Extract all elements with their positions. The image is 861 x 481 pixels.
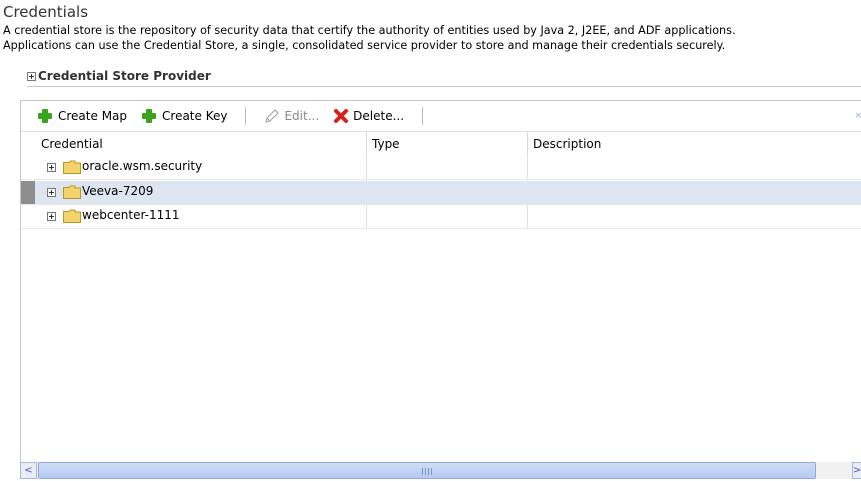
- pencil-icon: [265, 109, 280, 123]
- folder-icon: [63, 185, 81, 199]
- scroll-left-button[interactable]: <: [20, 462, 37, 479]
- folder-icon: [63, 160, 81, 174]
- toolbar-separator: [422, 107, 424, 125]
- expand-icon[interactable]: [27, 71, 36, 81]
- delete-x-icon: [334, 109, 349, 123]
- delete-button[interactable]: Delete...: [333, 108, 404, 124]
- close-icon[interactable]: ×: [854, 111, 861, 121]
- toolbar-separator: [245, 107, 247, 125]
- expand-icon[interactable]: [47, 188, 56, 197]
- expand-icon[interactable]: [47, 212, 56, 221]
- column-divider[interactable]: [527, 132, 528, 156]
- scroll-grip-icon: [422, 468, 432, 475]
- row-selection-marker: [21, 181, 35, 204]
- page-description: A credential store is the repository of …: [3, 23, 861, 53]
- cell-divider: [527, 156, 528, 179]
- credential-name: oracle.wsm.security: [82, 159, 203, 173]
- table-row-selected[interactable]: Veeva-7209: [21, 181, 861, 205]
- horizontal-scrollbar[interactable]: < >: [20, 462, 861, 479]
- column-header-type[interactable]: Type: [372, 137, 400, 151]
- folder-icon: [63, 209, 81, 223]
- column-header-description[interactable]: Description: [533, 137, 601, 151]
- cell-divider: [527, 205, 528, 228]
- column-divider[interactable]: [366, 132, 367, 156]
- credential-name: Veeva-7209: [82, 184, 154, 198]
- toolbar: Create Map Create Key Edit... Delete... …: [21, 101, 861, 132]
- create-map-button[interactable]: Create Map: [37, 108, 127, 124]
- cell-divider: [366, 156, 367, 179]
- column-header-credential[interactable]: Credential: [41, 137, 103, 151]
- page-title: Credentials: [3, 3, 89, 21]
- table-header: Credential Type Description: [21, 132, 861, 156]
- table-row[interactable]: oracle.wsm.security: [21, 156, 861, 180]
- credential-name: webcenter-1111: [82, 208, 180, 222]
- create-map-label: Create Map: [58, 109, 128, 123]
- table-row[interactable]: webcenter-1111: [21, 205, 861, 229]
- scroll-right-button[interactable]: >: [852, 462, 861, 479]
- add-icon: [141, 108, 157, 124]
- credentials-table-panel: Create Map Create Key Edit... Delete... …: [20, 100, 861, 471]
- create-key-label: Create Key: [162, 109, 228, 123]
- add-icon: [37, 108, 53, 124]
- create-key-button[interactable]: Create Key: [141, 108, 227, 124]
- section-divider: [27, 86, 861, 87]
- description-line-2: Applications can use the Credential Stor…: [3, 39, 726, 52]
- provider-section-label: Credential Store Provider: [38, 69, 211, 83]
- edit-button[interactable]: Edit...: [264, 108, 319, 124]
- scroll-thumb[interactable]: [38, 462, 816, 479]
- description-line-1: A credential store is the repository of …: [3, 24, 736, 37]
- edit-label: Edit...: [284, 109, 320, 123]
- expand-icon[interactable]: [47, 163, 56, 172]
- delete-label: Delete...: [353, 109, 405, 123]
- credential-store-provider-toggle[interactable]: Credential Store Provider: [27, 69, 211, 83]
- cell-divider: [366, 205, 367, 228]
